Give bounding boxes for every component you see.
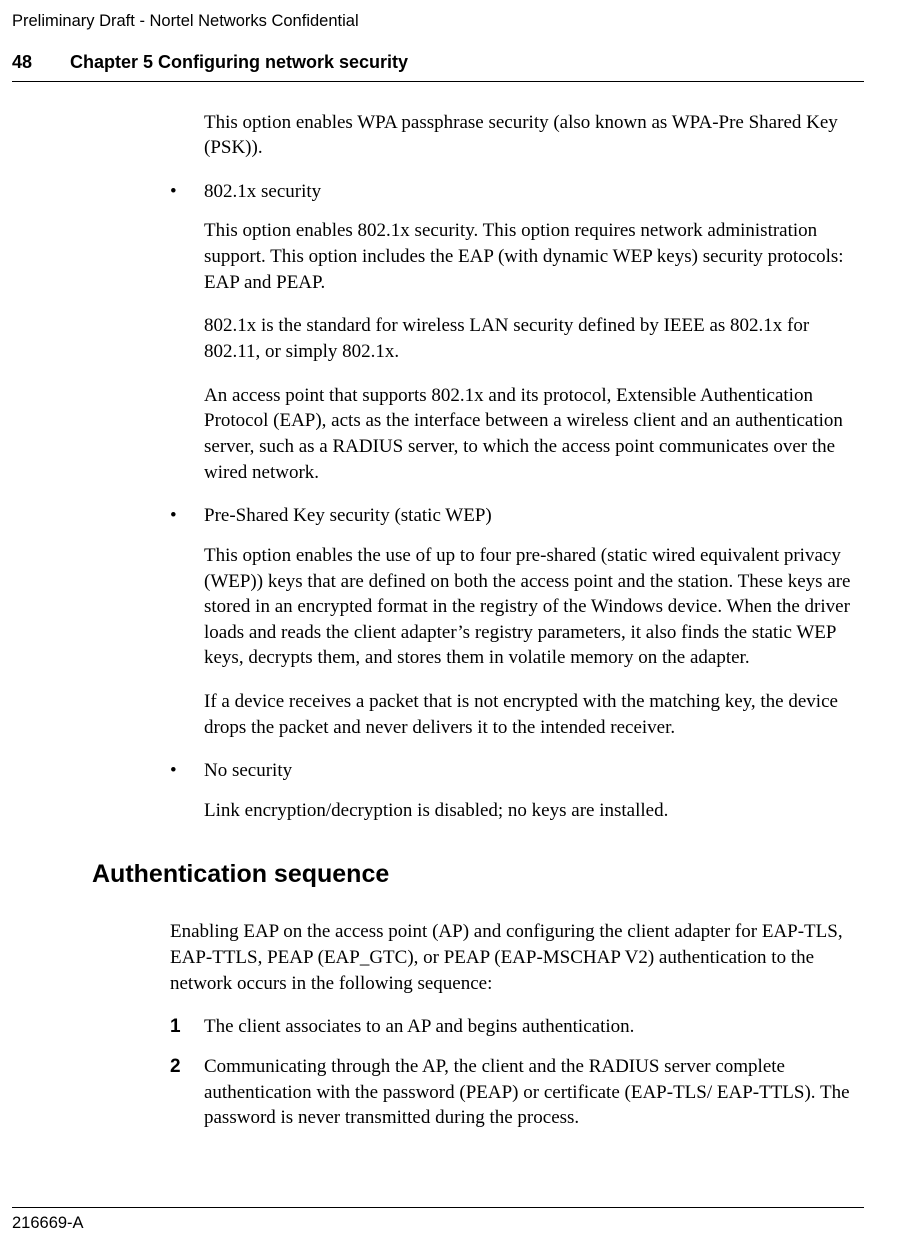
bullet-title-nosec: No security (204, 758, 851, 784)
step-text: The client associates to an AP and begin… (204, 1014, 851, 1040)
bullet-item-8021x: • 802.1x security (170, 179, 851, 205)
bullet-item-psk: • Pre-Shared Key security (static WEP) (170, 503, 851, 529)
bullet-icon: • (170, 503, 204, 529)
bullet-8021x-para1: This option enables 802.1x security. Thi… (204, 218, 851, 295)
bullet-psk-para1: This option enables the use of up to fou… (204, 543, 851, 671)
bullet-8021x-para2: 802.1x is the standard for wireless LAN … (204, 313, 851, 364)
bullet-title-psk: Pre-Shared Key security (static WEP) (204, 503, 851, 529)
body-content: This option enables WPA passphrase secur… (170, 110, 851, 824)
bullet-psk-para2: If a device receives a packet that is no… (204, 689, 851, 740)
document-id: 216669-A (12, 1214, 84, 1232)
page-footer: 216669-A (12, 1207, 864, 1234)
intro-paragraph: This option enables WPA passphrase secur… (204, 110, 851, 161)
page-container: Preliminary Draft - Nortel Networks Conf… (0, 0, 901, 1131)
step-text: Communicating through the AP, the client… (204, 1054, 851, 1131)
section-heading-auth-sequence: Authentication sequence (92, 858, 859, 892)
bullet-nosec-para1: Link encryption/decryption is disabled; … (204, 798, 851, 824)
step-2: 2 Communicating through the AP, the clie… (170, 1054, 851, 1131)
chapter-header: 48Chapter 5 Configuring network security (12, 50, 864, 81)
bullet-item-nosec: • No security (170, 758, 851, 784)
bullet-icon: • (170, 758, 204, 784)
step-number: 1 (170, 1014, 204, 1040)
step-number: 2 (170, 1054, 204, 1131)
section-intro-paragraph: Enabling EAP on the access point (AP) an… (170, 919, 851, 996)
step-1: 1 The client associates to an AP and beg… (170, 1014, 851, 1040)
bullet-icon: • (170, 179, 204, 205)
chapter-title: Chapter 5 Configuring network security (70, 52, 408, 72)
bullet-title-8021x: 802.1x security (204, 179, 851, 205)
page-number: 48 (12, 50, 70, 74)
confidential-header: Preliminary Draft - Nortel Networks Conf… (12, 10, 859, 32)
bullet-8021x-para3: An access point that supports 802.1x and… (204, 383, 851, 486)
section-body: Enabling EAP on the access point (AP) an… (170, 919, 851, 1130)
